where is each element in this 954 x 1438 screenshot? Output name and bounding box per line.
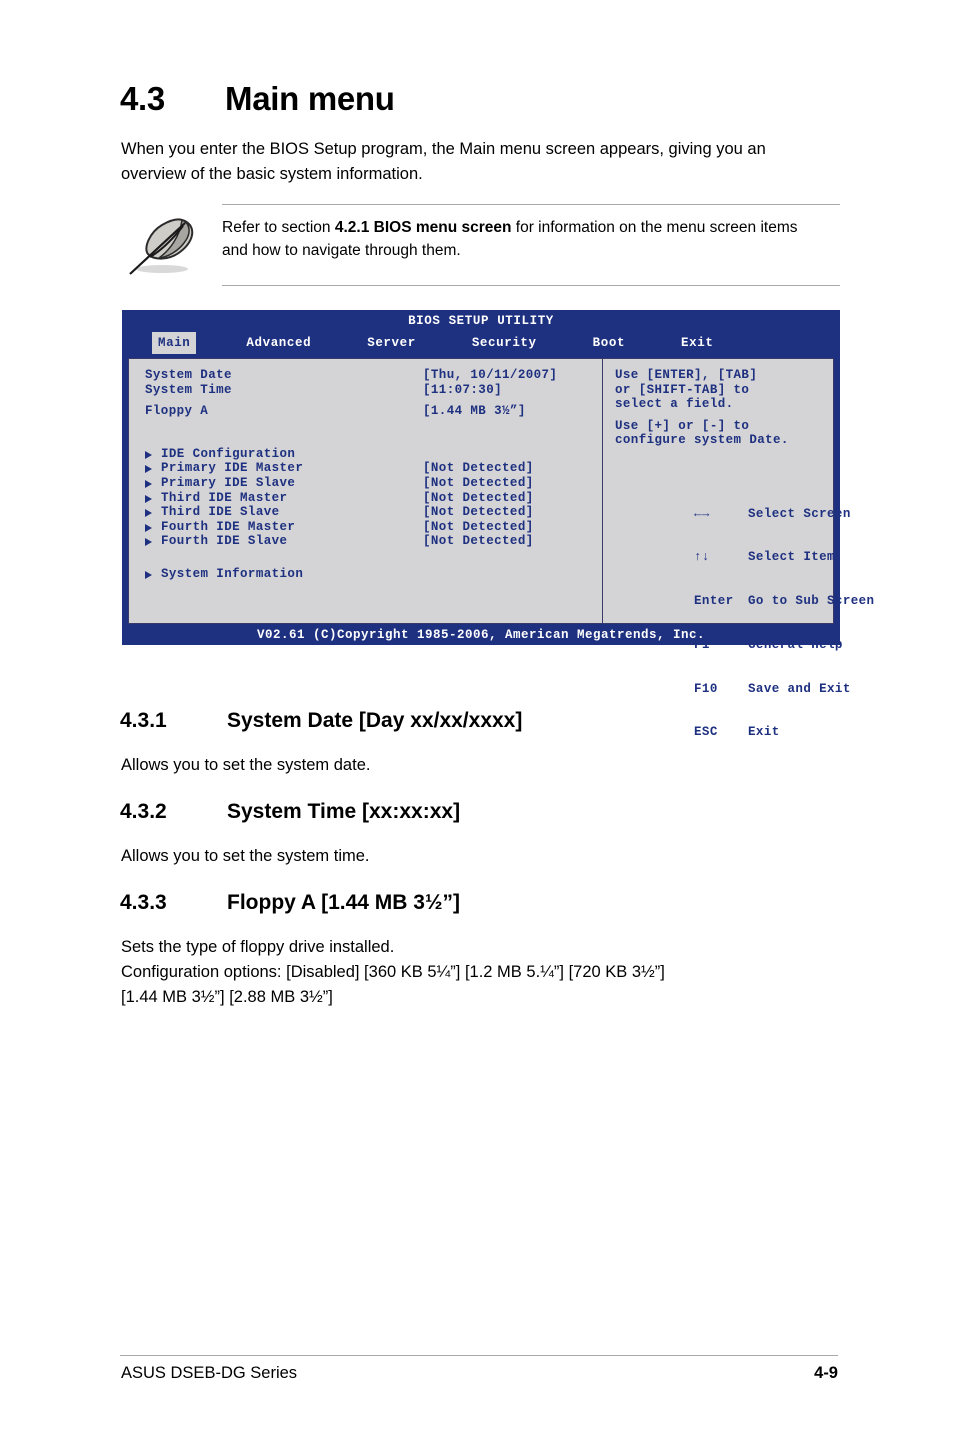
bios-settings-panel: System Date [Thu, 10/11/2007] System Tim… <box>129 359 603 623</box>
bios-tab-security[interactable]: Security <box>466 332 543 354</box>
bios-field-value: [11:07:30] <box>423 382 503 397</box>
bios-submenu-label: Third IDE Master <box>161 490 288 505</box>
subsection-heading-432: 4.3.2 System Time [xx:xx:xx] <box>120 800 460 824</box>
triangle-right-icon <box>145 476 161 491</box>
bios-help-line: or [SHIFT-TAB] to <box>615 382 750 397</box>
bios-key: Enter <box>694 594 734 609</box>
bios-submenu-value: [Not Detected] <box>423 475 534 490</box>
triangle-right-icon <box>145 567 161 582</box>
note-text-before: Refer to section <box>222 219 335 236</box>
bios-key-hint-select-item: ↑↓ Select Item <box>615 536 874 580</box>
bios-key: ←→ <box>694 506 710 521</box>
bios-help-line: select a field. <box>615 397 734 412</box>
bios-submenu-fourth-ide-master[interactable]: Fourth IDE Master [Not Detected] <box>145 520 602 535</box>
bios-field-system-date[interactable]: System Date [Thu, 10/11/2007] <box>145 368 602 383</box>
bios-submenu-primary-ide-slave[interactable]: Primary IDE Slave [Not Detected] <box>145 476 602 491</box>
section-intro-paragraph: When you enter the BIOS Setup program, t… <box>121 140 766 183</box>
bios-field-label: Floppy A <box>145 404 209 419</box>
bios-submenu-fourth-ide-slave[interactable]: Fourth IDE Slave [Not Detected] <box>145 534 602 549</box>
bios-field-value: [Thu, 10/11/2007] <box>423 368 558 382</box>
page-title: 4.3 Main menu <box>120 80 395 118</box>
section-number: 4.3 <box>120 80 165 117</box>
bios-key: ESC <box>694 725 718 740</box>
triangle-right-icon <box>145 520 161 535</box>
bios-submenu-value: [Not Detected] <box>423 519 534 534</box>
bios-submenu-value: [Not Detected] <box>423 534 534 549</box>
bios-field-label: System Date <box>145 368 232 382</box>
bios-submenu-primary-ide-master[interactable]: Primary IDE Master [Not Detected] <box>145 461 602 476</box>
footer-rule <box>120 1355 838 1356</box>
subsection-number: 4.3.2 <box>120 800 167 823</box>
bios-submenu-third-ide-master[interactable]: Third IDE Master [Not Detected] <box>145 491 602 506</box>
subsection-number: 4.3.1 <box>120 709 167 732</box>
subsection-body-431: Allows you to set the system date. <box>121 756 371 774</box>
triangle-right-icon <box>145 461 161 476</box>
bios-key-desc: Exit <box>748 725 780 740</box>
bios-help-line: configure system Date. <box>615 433 789 448</box>
bios-field-label: System Time <box>145 382 232 397</box>
note-bottom-rule <box>222 285 840 286</box>
bios-key: F10 <box>694 681 718 696</box>
footer-product-name: ASUS DSEB-DG Series <box>121 1364 298 1382</box>
bios-key-hint-sub-screen: Enter Go to Sub Screen <box>615 580 874 624</box>
bios-key-hint-save-exit: F10 Save and Exit <box>615 667 874 711</box>
note-callout: Refer to section 4.2.1 BIOS menu screen … <box>126 204 840 286</box>
bios-submenu-label: IDE Configuration <box>161 446 296 461</box>
subsection-body-432: Allows you to set the system time. <box>121 847 370 865</box>
bios-submenu-label: Primary IDE Slave <box>161 475 296 490</box>
bios-help-line: Use [+] or [-] to <box>615 418 750 433</box>
subsection-title: Floppy A [1.44 MB 3½”] <box>227 891 460 914</box>
note-pencil-icon <box>126 214 222 276</box>
bios-title: BIOS SETUP UTILITY <box>408 314 554 328</box>
bios-key-hint-select-screen: ←→ Select Screen <box>615 492 874 536</box>
subsection-number: 4.3.3 <box>120 891 167 914</box>
bios-submenu-value: [Not Detected] <box>423 461 534 476</box>
subsection-body-433-line3: [1.44 MB 3½”] [2.88 MB 3½”] <box>121 988 333 1006</box>
bios-submenu-value: [Not Detected] <box>423 505 534 520</box>
bios-key: ↑↓ <box>694 550 710 565</box>
subsection-body-433-line2: Configuration options: [Disabled] [360 K… <box>121 963 665 981</box>
subsection-heading-431: 4.3.1 System Date [Day xx/xx/xxxx] <box>120 709 522 733</box>
bios-submenu-label: Fourth IDE Slave <box>161 534 288 549</box>
triangle-right-icon <box>145 491 161 506</box>
section-title: Main menu <box>225 80 395 117</box>
subsection-title: System Date [Day xx/xx/xxxx] <box>227 709 523 732</box>
bios-tab-server[interactable]: Server <box>361 332 422 354</box>
bios-menu-bar: Main Advanced Server Security Boot Exit <box>122 332 840 354</box>
bios-key-desc: General Help <box>748 637 843 652</box>
triangle-right-icon <box>145 505 161 520</box>
bios-field-floppy-a[interactable]: Floppy A [1.44 MB 3½”] <box>145 404 602 419</box>
bios-tab-advanced[interactable]: Advanced <box>240 332 317 354</box>
bios-setup-screen: BIOS SETUP UTILITY Main Advanced Server … <box>122 310 874 739</box>
bios-tab-main[interactable]: Main <box>152 332 197 354</box>
bios-field-system-time[interactable]: System Time [11:07:30] <box>145 383 602 398</box>
bios-key-desc: Select Item <box>748 550 835 565</box>
footer-page-number: 4-9 <box>814 1364 838 1382</box>
bios-tab-boot[interactable]: Boot <box>587 332 631 354</box>
bios-submenu-third-ide-slave[interactable]: Third IDE Slave [Not Detected] <box>145 505 602 520</box>
bios-field-value: [1.44 MB 3½”] <box>423 404 526 419</box>
bios-submenu-ide-configuration[interactable]: IDE Configuration <box>145 447 602 462</box>
bios-submenu-label: Fourth IDE Master <box>161 519 296 534</box>
bios-key-desc: Go to Sub Screen <box>748 594 875 609</box>
bios-help-line: Use [ENTER], [TAB] <box>615 368 758 382</box>
bios-submenu-label: Primary IDE Master <box>161 461 304 476</box>
triangle-right-icon <box>145 447 161 462</box>
subsection-heading-433: 4.3.3 Floppy A [1.44 MB 3½”] <box>120 891 460 915</box>
note-text-bold: 4.2.1 BIOS menu screen <box>334 219 512 236</box>
bios-key-desc: Select Screen <box>748 506 851 521</box>
subsection-title: System Time [xx:xx:xx] <box>227 800 461 823</box>
bios-key-desc: Save and Exit <box>748 681 851 696</box>
note-text: Refer to section 4.2.1 BIOS menu screen … <box>222 214 822 262</box>
triangle-right-icon <box>145 534 161 549</box>
bios-help-panel: Use [ENTER], [TAB] or [SHIFT-TAB] to sel… <box>603 359 874 739</box>
bios-submenu-value: [Not Detected] <box>423 490 534 505</box>
bios-tab-exit[interactable]: Exit <box>675 332 719 354</box>
bios-submenu-label: Third IDE Slave <box>161 505 280 520</box>
subsection-body-433-line1: Sets the type of floppy drive installed. <box>121 938 395 956</box>
bios-key-hint-exit: ESC Exit <box>615 711 874 755</box>
bios-submenu-system-information[interactable]: System Information <box>145 567 602 582</box>
bios-submenu-label: System Information <box>161 566 304 581</box>
